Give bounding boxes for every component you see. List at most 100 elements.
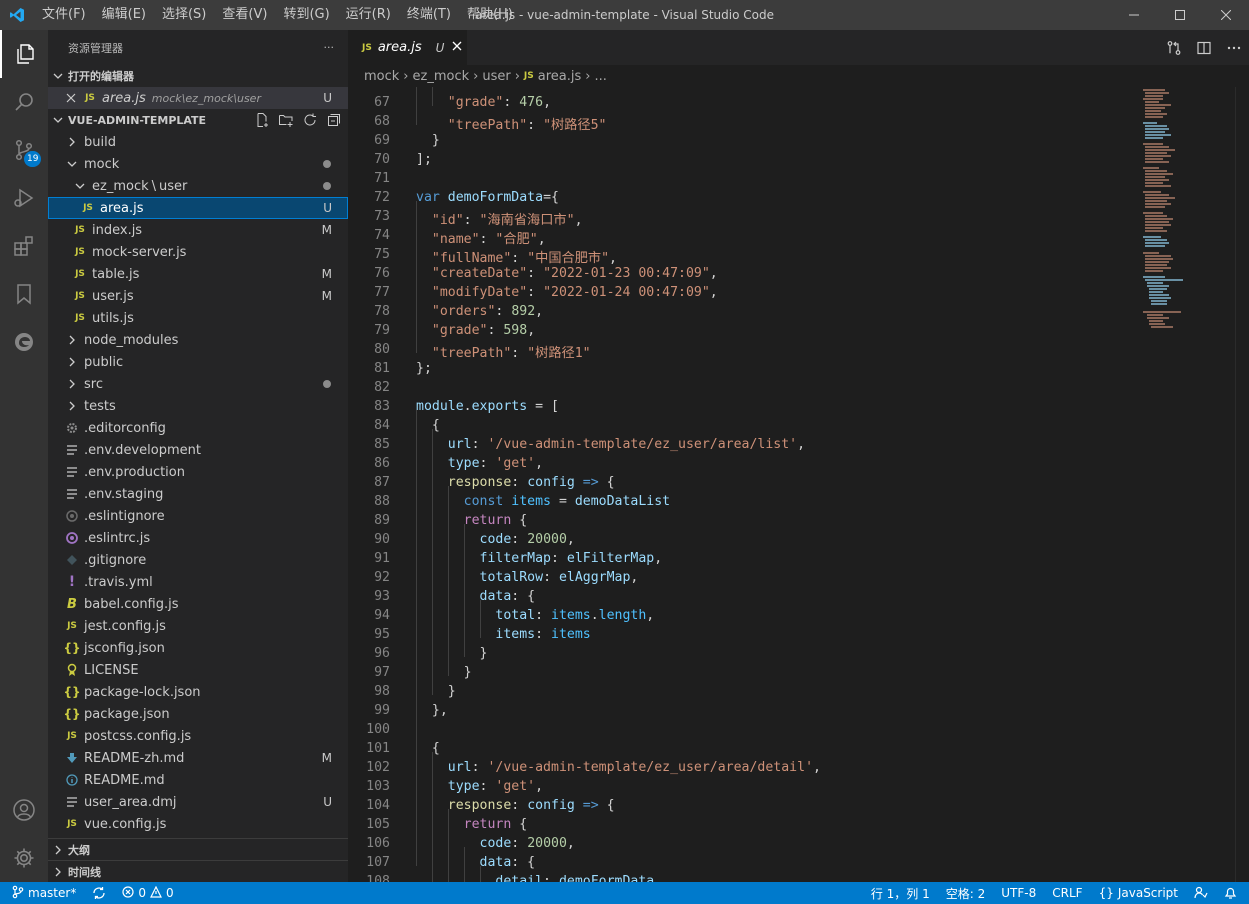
folder-node-modules[interactable]: node_modules <box>48 329 348 351</box>
file-eslintrc[interactable]: .eslintrc.js <box>48 527 348 549</box>
breadcrumb-item[interactable]: user <box>482 69 510 84</box>
cursor-position[interactable]: 行 1，列 1 <box>863 885 938 902</box>
file-vue-config[interactable]: JS vue.config.js <box>48 813 348 835</box>
breadcrumb-item[interactable]: area.js <box>538 69 582 84</box>
minimap[interactable] <box>1135 87 1235 882</box>
file-package-json[interactable]: {} package.json <box>48 703 348 725</box>
file-postcss-config[interactable]: JS postcss.config.js <box>48 725 348 747</box>
file-travis-yml[interactable]: ! .travis.yml <box>48 571 348 593</box>
menu-file[interactable]: 文件(F) <box>34 0 94 30</box>
menu-terminal[interactable]: 终端(T) <box>399 0 459 30</box>
close-tab-icon[interactable] <box>452 40 462 55</box>
code-editor[interactable]: 67 68 69 70 71 72 73 74 75 76 77 78 79 8… <box>348 87 1135 882</box>
file-index-js[interactable]: JS index.js M <box>48 219 348 241</box>
status-right: 行 1，列 1 空格: 2 UTF-8 CRLF {} JavaScript <box>863 885 1249 902</box>
file-label: index.js <box>92 222 143 238</box>
timeline-section[interactable]: 时间线 <box>48 860 348 882</box>
file-license[interactable]: LICENSE <box>48 659 348 681</box>
feedback-icon[interactable] <box>1186 885 1216 902</box>
file-table-js[interactable]: JS table.js M <box>48 263 348 285</box>
menu-edit[interactable]: 编辑(E) <box>94 0 154 30</box>
open-editors-section[interactable]: 打开的编辑器 <box>48 65 348 87</box>
menu-go[interactable]: 转到(G) <box>275 0 337 30</box>
folder-ez-mock-user[interactable]: ez_mock \ user <box>48 175 348 197</box>
breadcrumb-item[interactable]: ... <box>594 69 606 84</box>
file-user-js[interactable]: JS user.js M <box>48 285 348 307</box>
folder-tests[interactable]: tests <box>48 395 348 417</box>
line-number: 71 <box>374 171 390 186</box>
language-mode[interactable]: {} JavaScript <box>1091 885 1186 902</box>
line-number: 106 <box>366 836 390 851</box>
line-number: 108 <box>366 874 390 882</box>
close-window-icon[interactable] <box>1203 0 1249 30</box>
file-jsconfig[interactable]: {} jsconfig.json <box>48 637 348 659</box>
more-actions-icon[interactable]: ··· <box>324 41 335 54</box>
folder-build[interactable]: build <box>48 131 348 153</box>
file-readme[interactable]: README.md <box>48 769 348 791</box>
end-of-line[interactable]: CRLF <box>1044 885 1090 902</box>
file-package-lock[interactable]: {} package-lock.json <box>48 681 348 703</box>
breadcrumb-item[interactable]: mock <box>364 69 399 84</box>
file-utils-js[interactable]: JS utils.js <box>48 307 348 329</box>
file-env-staging[interactable]: .env.staging <box>48 483 348 505</box>
collapse-all-icon[interactable] <box>326 112 342 131</box>
file-mock-server-js[interactable]: JS mock-server.js <box>48 241 348 263</box>
file-gitignore[interactable]: .gitignore <box>48 549 348 571</box>
extensions-icon[interactable] <box>0 222 48 270</box>
code-line: } <box>416 665 472 680</box>
breadcrumb-item[interactable]: ez_mock <box>413 69 470 84</box>
maximize-icon[interactable] <box>1157 0 1203 30</box>
code-line: "treePath": "树路径1" <box>431 346 591 361</box>
editor-scrollbar[interactable] <box>1235 87 1249 882</box>
folder-public[interactable]: public <box>48 351 348 373</box>
branch-status[interactable]: master* <box>0 885 84 902</box>
outline-section[interactable]: 大纲 <box>48 838 348 860</box>
file-env-development[interactable]: .env.development <box>48 439 348 461</box>
file-editorconfig[interactable]: .editorconfig <box>48 417 348 439</box>
indentation[interactable]: 空格: 2 <box>938 885 994 902</box>
file-area-js[interactable]: JS area.js U <box>48 197 348 219</box>
file-label: .eslintrc.js <box>84 530 151 546</box>
edge-devtools-icon[interactable] <box>0 318 48 366</box>
more-actions-icon[interactable] <box>1219 40 1249 56</box>
line-number: 67 <box>374 95 390 110</box>
split-editor-icon[interactable] <box>1189 40 1219 56</box>
line-number: 85 <box>374 437 390 452</box>
line-number: 103 <box>366 779 390 794</box>
account-icon[interactable] <box>0 786 48 834</box>
explorer-icon[interactable] <box>0 30 48 78</box>
open-changes-icon[interactable] <box>1159 40 1189 56</box>
file-user-area-dmj[interactable]: user_area.dmj U <box>48 791 348 813</box>
file-readme-zh[interactable]: README-zh.md M <box>48 747 348 769</box>
menu-view[interactable]: 查看(V) <box>214 0 275 30</box>
file-env-production[interactable]: .env.production <box>48 461 348 483</box>
json-file-icon: {} <box>63 685 81 699</box>
close-editor-icon[interactable] <box>48 93 76 103</box>
file-babel-config[interactable]: B babel.config.js <box>48 593 348 615</box>
open-editor-item[interactable]: JS area.js mock\ez_mock\user U <box>48 87 348 109</box>
sync-icon[interactable] <box>84 886 114 900</box>
file-jest-config[interactable]: JS jest.config.js <box>48 615 348 637</box>
refresh-icon[interactable] <box>302 112 318 131</box>
folder-src[interactable]: src <box>48 373 348 395</box>
new-folder-icon[interactable] <box>278 112 294 131</box>
problems-status[interactable]: 0 0 <box>114 885 181 901</box>
tab-area-js[interactable]: JS area.js U <box>348 30 467 65</box>
notifications-bell-icon[interactable] <box>1216 885 1249 902</box>
source-control-icon[interactable]: 19 <box>0 126 48 174</box>
settings-gear-icon[interactable] <box>0 834 48 882</box>
menu-run[interactable]: 运行(R) <box>338 0 399 30</box>
project-section[interactable]: VUE-ADMIN-TEMPLATE <box>48 109 348 131</box>
search-icon[interactable] <box>0 78 48 126</box>
chevron-right-icon <box>64 401 80 411</box>
menu-help[interactable]: 帮助(H) <box>459 0 521 30</box>
file-label: mock-server.js <box>92 244 187 260</box>
minimize-icon[interactable] <box>1111 0 1157 30</box>
encoding[interactable]: UTF-8 <box>993 885 1044 902</box>
file-eslintignore[interactable]: .eslintignore <box>48 505 348 527</box>
run-debug-icon[interactable] <box>0 174 48 222</box>
menu-selection[interactable]: 选择(S) <box>154 0 214 30</box>
bookmarks-icon[interactable] <box>0 270 48 318</box>
new-file-icon[interactable] <box>254 112 270 131</box>
folder-mock[interactable]: mock <box>48 153 348 175</box>
